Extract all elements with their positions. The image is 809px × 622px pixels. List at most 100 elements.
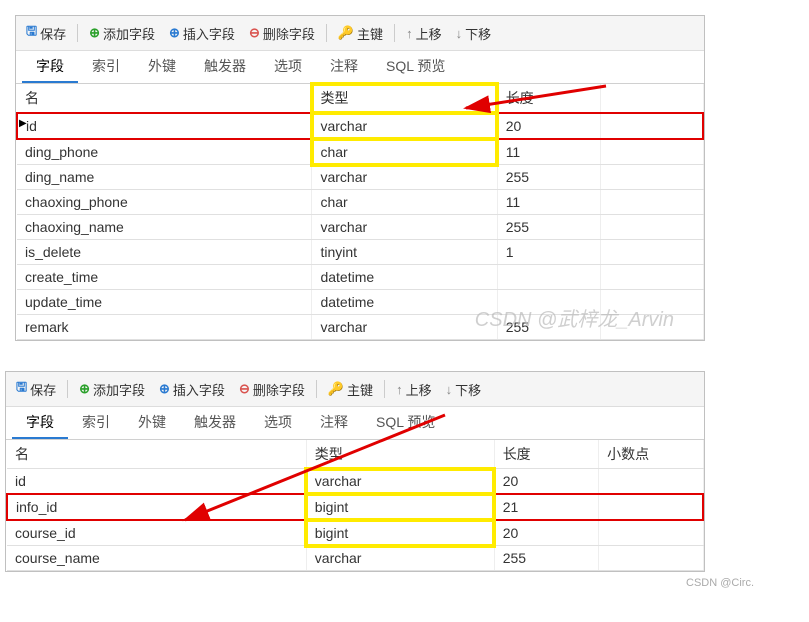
table-row[interactable]: update_timedatetime — [17, 290, 703, 315]
tab-sqlpreview[interactable]: SQL 预览 — [362, 407, 449, 439]
cell-length: 255 — [497, 215, 600, 240]
arrow-down-icon: ↓ — [446, 382, 453, 397]
cell-decimal — [599, 469, 703, 495]
cell-name: ding_name — [17, 165, 312, 190]
tab-fields[interactable]: 字段 — [22, 51, 78, 83]
cell-type: datetime — [312, 265, 497, 290]
cell-decimal — [599, 546, 703, 571]
cell-type: varchar — [312, 315, 497, 340]
insert-field-button[interactable]: ⊕插入字段 — [163, 22, 241, 45]
move-up-button[interactable]: ↑上移 — [390, 378, 438, 401]
row-marker-icon: ▶ — [19, 118, 27, 129]
pkey-label: 主键 — [357, 24, 383, 43]
tab-options[interactable]: 选项 — [250, 407, 306, 439]
table-row[interactable]: ding_namevarchar255 — [17, 165, 703, 190]
cell-length — [497, 290, 600, 315]
col-type[interactable]: 类型 — [306, 440, 494, 469]
tab-options[interactable]: 选项 — [260, 51, 316, 83]
table-row[interactable]: chaoxing_namevarchar255 — [17, 215, 703, 240]
fields-grid[interactable]: 名 类型 长度 小数点 idvarchar20 info_idbigint21 … — [6, 440, 704, 571]
cell-length: 255 — [497, 315, 600, 340]
col-length[interactable]: 长度 — [494, 440, 598, 469]
table-row[interactable]: create_timedatetime — [17, 265, 703, 290]
tab-fields[interactable]: 字段 — [12, 407, 68, 439]
cell-length: 255 — [494, 546, 598, 571]
delete-field-label: 删除字段 — [253, 380, 305, 399]
col-name[interactable]: 名 — [7, 440, 306, 469]
cell-name: id — [26, 118, 37, 134]
table-row[interactable]: remarkvarchar255 — [17, 315, 703, 340]
tab-fkeys[interactable]: 外键 — [134, 51, 190, 83]
cell-type: varchar — [312, 215, 497, 240]
table-row[interactable]: chaoxing_phonechar11 — [17, 190, 703, 215]
cell-name: course_id — [7, 520, 306, 546]
save-label: 保存 — [30, 380, 56, 399]
add-field-button[interactable]: ⊕添加字段 — [73, 378, 151, 401]
cell-length: 11 — [497, 139, 600, 165]
col-decimal[interactable]: 小数点 — [599, 440, 703, 469]
cell-name: update_time — [17, 290, 312, 315]
add-field-label: 添加字段 — [93, 380, 145, 399]
insert-icon: ⊕ — [169, 25, 180, 41]
key-icon: 🔑 — [328, 381, 344, 397]
save-button[interactable]: 🖫保存 — [20, 20, 72, 46]
tab-indexes[interactable]: 索引 — [78, 51, 134, 83]
cell-name: create_time — [17, 265, 312, 290]
table-row[interactable]: course_namevarchar255 — [7, 546, 703, 571]
table-row[interactable]: is_deletetinyint1 — [17, 240, 703, 265]
cell-length — [497, 265, 600, 290]
key-icon: 🔑 — [338, 25, 354, 41]
header-row: 名 类型 长度 — [17, 84, 703, 113]
tab-comments[interactable]: 注释 — [316, 51, 372, 83]
primary-key-button[interactable]: 🔑主键 — [332, 22, 389, 45]
delete-field-button[interactable]: ⊖删除字段 — [243, 22, 321, 45]
cell-length: 255 — [497, 165, 600, 190]
table-row[interactable]: ding_phonechar11 — [17, 139, 703, 165]
plus-icon: ⊕ — [89, 25, 100, 41]
fields-grid[interactable]: 名 类型 长度 ▶id varchar 20 ding_phonechar11 … — [16, 84, 704, 340]
cell-length: 20 — [494, 469, 598, 495]
corner-watermark: CSDN @Circ. — [686, 577, 754, 589]
save-button[interactable]: 🖫保存 — [10, 376, 62, 402]
table-row[interactable]: info_idbigint21 — [7, 494, 703, 520]
tab-triggers[interactable]: 触发器 — [190, 51, 260, 83]
tab-comments[interactable]: 注释 — [306, 407, 362, 439]
tab-triggers[interactable]: 触发器 — [180, 407, 250, 439]
move-up-button[interactable]: ↑上移 — [400, 22, 448, 45]
table-editor-panel-1: 🖫保存 ⊕添加字段 ⊕插入字段 ⊖删除字段 🔑主键 ↑上移 ↓下移 字段 索引 … — [15, 15, 705, 341]
save-label: 保存 — [40, 24, 66, 43]
cell-name: info_id — [7, 494, 306, 520]
tab-indexes[interactable]: 索引 — [68, 407, 124, 439]
col-length[interactable]: 长度 — [497, 84, 600, 113]
save-icon: 🖫 — [16, 378, 27, 400]
move-down-button[interactable]: ↓下移 — [450, 22, 498, 45]
insert-field-button[interactable]: ⊕插入字段 — [153, 378, 231, 401]
delete-field-button[interactable]: ⊖删除字段 — [233, 378, 311, 401]
arrow-down-icon: ↓ — [456, 26, 463, 41]
cell-decimal — [599, 520, 703, 546]
cell-type: tinyint — [312, 240, 497, 265]
cell-length: 11 — [497, 190, 600, 215]
cell-length: 20 — [506, 118, 522, 134]
insert-field-label: 插入字段 — [183, 24, 235, 43]
tab-sqlpreview[interactable]: SQL 预览 — [372, 51, 459, 83]
col-name[interactable]: 名 — [17, 84, 312, 113]
primary-key-button[interactable]: 🔑主键 — [322, 378, 379, 401]
cell-type: varchar — [312, 165, 497, 190]
add-field-button[interactable]: ⊕添加字段 — [83, 22, 161, 45]
move-down-button[interactable]: ↓下移 — [440, 378, 488, 401]
pkey-label: 主键 — [347, 380, 373, 399]
tabs: 字段 索引 外键 触发器 选项 注释 SQL 预览 — [16, 51, 704, 84]
table-row[interactable]: course_idbigint20 — [7, 520, 703, 546]
cell-name: ding_phone — [17, 139, 312, 165]
cell-type: varchar — [320, 118, 367, 134]
move-up-label: 上移 — [416, 24, 442, 43]
arrow-up-icon: ↑ — [406, 26, 413, 41]
move-down-label: 下移 — [465, 24, 491, 43]
table-editor-panel-2: 🖫保存 ⊕添加字段 ⊕插入字段 ⊖删除字段 🔑主键 ↑上移 ↓下移 字段 索引 … — [5, 371, 705, 572]
col-type[interactable]: 类型 — [312, 84, 497, 113]
tab-fkeys[interactable]: 外键 — [124, 407, 180, 439]
table-row[interactable]: idvarchar20 — [7, 469, 703, 495]
table-row[interactable]: ▶id varchar 20 — [17, 113, 703, 139]
cell-length: 20 — [494, 520, 598, 546]
